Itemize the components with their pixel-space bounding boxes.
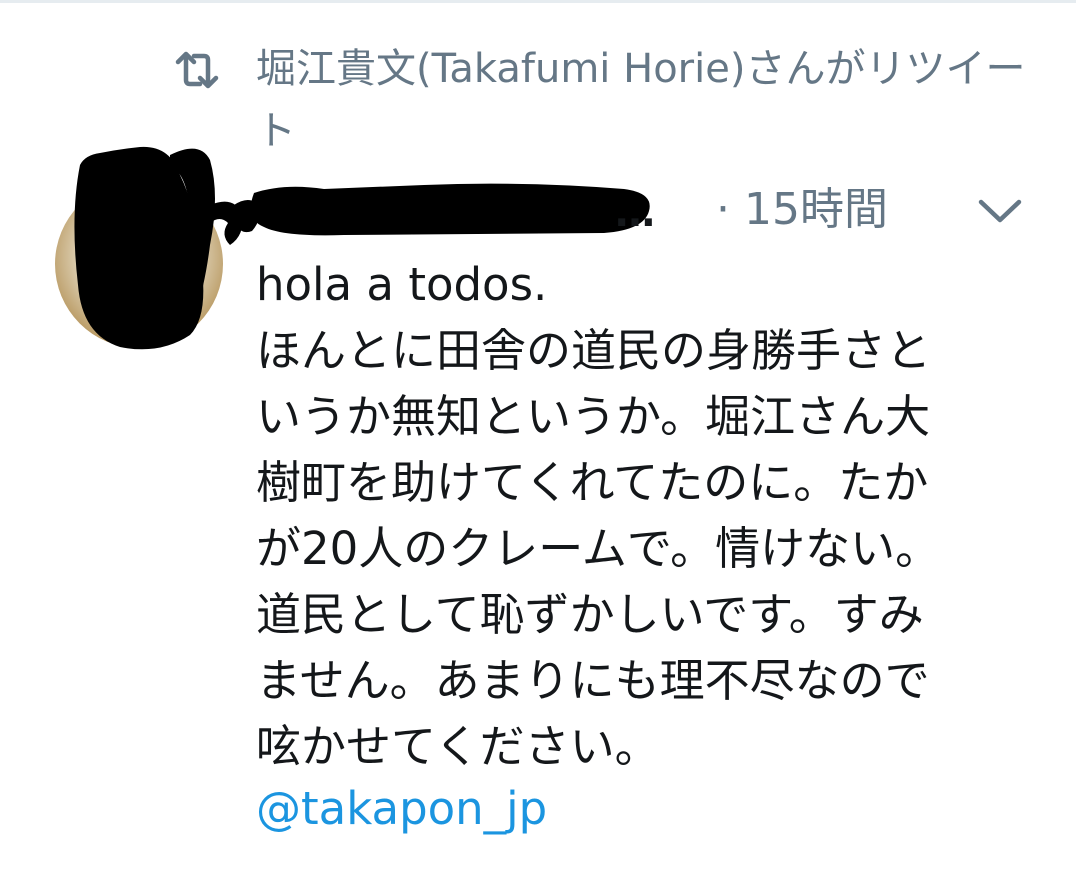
tweet-text-line: いうか無知というか。堀江さん大 xyxy=(256,390,931,443)
tweet-text-line: ほんとに田舎の道民の身勝手さと xyxy=(256,324,932,377)
tweet-text-line: hola a todos. xyxy=(256,258,548,311)
tweet-text-line: ません。あまりにも理不尽なので xyxy=(256,654,930,707)
retweet-icon xyxy=(175,51,219,89)
retweet-context-text[interactable]: 堀江貴文(Takafumi Horie)さんがリツイート xyxy=(256,38,1046,162)
author-name[interactable]: … xyxy=(615,188,655,238)
tweet-text-line: 呟かせてください。 xyxy=(256,720,660,773)
avatar-redaction xyxy=(74,146,243,350)
mention-link[interactable]: @takapon_jp xyxy=(256,778,547,840)
tweet-text: hola a todos. ほんとに田舎の道民の身勝手さと いうか無知というか。… xyxy=(256,252,1046,780)
tweet-text-line: が20人のクレームで。情けない。 xyxy=(256,522,941,575)
tweet-text-line: 道民として恥ずかしいです。すみ xyxy=(256,588,924,641)
tweet-timestamp[interactable]: · 15時間 xyxy=(716,180,888,240)
tweet-text-line: 樹町を助けてくれてたのに。たか xyxy=(256,456,929,509)
author-name-redaction xyxy=(234,183,650,236)
top-divider xyxy=(0,0,1076,3)
chevron-down-icon[interactable] xyxy=(975,196,1025,226)
